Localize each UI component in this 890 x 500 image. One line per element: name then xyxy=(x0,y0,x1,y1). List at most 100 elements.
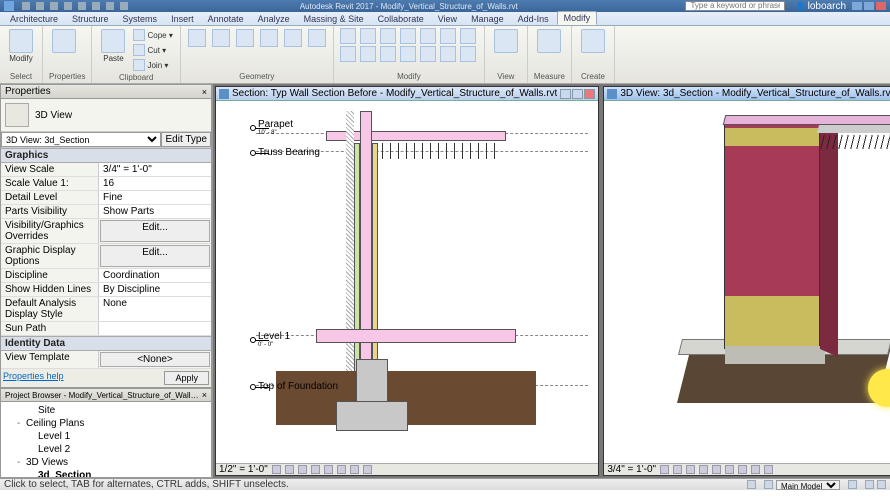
workset-dropdown[interactable]: Main Model xyxy=(776,480,840,490)
tab-massing-site[interactable]: Massing & Site xyxy=(298,13,370,25)
ribbon-button[interactable] xyxy=(49,28,79,55)
tab-analyze[interactable]: Analyze xyxy=(252,13,296,25)
sun-path-icon[interactable] xyxy=(686,465,695,474)
modify-tool-button[interactable] xyxy=(340,46,356,62)
view-close-button[interactable] xyxy=(584,89,595,99)
level-marker[interactable]: Level 10' - 0" xyxy=(250,331,290,348)
tree-node[interactable]: Site xyxy=(5,404,207,417)
ribbon-tool-button[interactable] xyxy=(307,28,327,48)
section-view-control-bar[interactable]: 1/2" = 1'-0" xyxy=(216,463,598,475)
property-row[interactable]: View Scale3/4" = 1'-0" xyxy=(1,163,211,177)
shadows-icon[interactable] xyxy=(311,465,320,474)
detail-level-icon[interactable] xyxy=(272,465,281,474)
property-value[interactable]: Show Parts xyxy=(99,205,211,218)
crop-region-icon[interactable] xyxy=(738,465,747,474)
property-value[interactable]: <None> xyxy=(100,352,210,367)
level-marker[interactable]: Truss Bearing xyxy=(250,147,320,158)
tab-architecture[interactable]: Architecture xyxy=(4,13,64,25)
tab-view[interactable]: View xyxy=(432,13,463,25)
tree-node[interactable]: Level 2 xyxy=(5,443,207,456)
properties-close-icon[interactable]: × xyxy=(202,87,207,97)
view-scale-label[interactable]: 1/2" = 1'-0" xyxy=(219,464,268,475)
ribbon-button[interactable] xyxy=(578,28,608,55)
property-row[interactable]: Parts VisibilityShow Parts xyxy=(1,205,211,219)
property-category[interactable]: Identity Data xyxy=(1,336,211,351)
modify-tool-button[interactable] xyxy=(360,46,376,62)
maximize-button[interactable] xyxy=(864,2,874,10)
property-row[interactable]: Scale Value 1:16 xyxy=(1,177,211,191)
property-value[interactable]: Edit... xyxy=(100,220,210,242)
property-row[interactable]: Sun Path xyxy=(1,322,211,336)
ribbon-tool-button[interactable] xyxy=(235,28,255,48)
ribbon-button[interactable] xyxy=(491,28,521,55)
ribbon-button[interactable]: Paste xyxy=(98,28,128,64)
ribbon-tool-button[interactable] xyxy=(259,28,279,48)
ribbon-button-cut[interactable]: Cut ▾ xyxy=(132,43,173,57)
modify-tool-button[interactable] xyxy=(420,46,436,62)
modify-tool-button[interactable] xyxy=(440,46,456,62)
visual-style-icon[interactable] xyxy=(673,465,682,474)
property-value[interactable]: 16 xyxy=(99,177,211,190)
3d-view-control-bar[interactable]: 3/4" = 1'-0" xyxy=(604,463,890,475)
modify-tool-button[interactable] xyxy=(380,46,396,62)
ribbon-tool-button[interactable] xyxy=(283,28,303,48)
property-value[interactable]: Fine xyxy=(99,191,211,204)
3d-view-header[interactable]: 3D View: 3d_Section - Modify_Vertical_St… xyxy=(604,87,890,101)
tree-node[interactable]: 3d_Section xyxy=(5,469,207,478)
rendering-icon[interactable] xyxy=(712,465,721,474)
modify-tool-button[interactable] xyxy=(360,28,376,44)
tree-node[interactable]: Level 1 xyxy=(5,430,207,443)
level-marker[interactable]: Top of Foundation xyxy=(250,381,338,392)
property-value[interactable]: 3/4" = 1'-0" xyxy=(99,163,211,176)
property-row[interactable]: Detail LevelFine xyxy=(1,191,211,205)
project-browser-tree[interactable]: Site-Ceiling PlansLevel 1Level 2-3D View… xyxy=(1,402,211,478)
crop-view-icon[interactable] xyxy=(725,465,734,474)
property-row[interactable]: Default Analysis Display StyleNone xyxy=(1,297,211,322)
crop-region-icon[interactable] xyxy=(337,465,346,474)
edit-type-button[interactable]: Edit Type xyxy=(161,132,211,147)
level-marker[interactable]: Parapet10' - 8" xyxy=(250,119,293,136)
property-value[interactable]: By Discipline xyxy=(99,283,211,296)
detail-level-icon[interactable] xyxy=(660,465,669,474)
tree-node[interactable]: -3D Views xyxy=(5,456,207,469)
design-options-icon[interactable] xyxy=(848,480,857,489)
ribbon-tool-button[interactable] xyxy=(211,28,231,48)
modify-tool-button[interactable] xyxy=(420,28,436,44)
view-selector-dropdown[interactable]: 3D View: 3d_Section xyxy=(1,132,161,147)
tab-structure[interactable]: Structure xyxy=(66,13,115,25)
view-minimize-button[interactable] xyxy=(560,89,571,99)
tree-node[interactable]: -Ceiling Plans xyxy=(5,417,207,430)
tab-add-ins[interactable]: Add-Ins xyxy=(512,13,555,25)
property-row[interactable]: Graphic Display OptionsEdit... xyxy=(1,244,211,269)
section-view-header[interactable]: Section: Typ Wall Section Before - Modif… xyxy=(216,87,598,101)
modify-tool-button[interactable] xyxy=(460,46,476,62)
modify-tool-button[interactable] xyxy=(400,28,416,44)
property-value[interactable]: Edit... xyxy=(100,245,210,267)
property-row[interactable]: DisciplineCoordination xyxy=(1,269,211,283)
tab-collaborate[interactable]: Collaborate xyxy=(372,13,430,25)
tab-systems[interactable]: Systems xyxy=(117,13,164,25)
property-category[interactable]: Graphics xyxy=(1,148,211,163)
crop-view-icon[interactable] xyxy=(324,465,333,474)
property-row[interactable]: View Template<None> xyxy=(1,351,211,369)
hide-isolate-icon[interactable] xyxy=(751,465,760,474)
reveal-hidden-icon[interactable] xyxy=(363,465,372,474)
modify-tool-button[interactable] xyxy=(460,28,476,44)
property-row[interactable]: Visibility/Graphics OverridesEdit... xyxy=(1,219,211,244)
tab-manage[interactable]: Manage xyxy=(465,13,510,25)
project-browser-close-icon[interactable]: × xyxy=(202,390,207,400)
project-browser-header[interactable]: Project Browser - Modify_Vertical_Struct… xyxy=(0,388,212,402)
modify-tool-button[interactable] xyxy=(380,28,396,44)
close-button[interactable] xyxy=(876,2,886,10)
section-view-canvas[interactable]: Parapet10' - 8" Truss Bearing Level 10' - … xyxy=(216,101,598,463)
user-label[interactable]: 👤 loboarch xyxy=(795,1,846,12)
workset-icon[interactable] xyxy=(747,480,756,489)
property-value[interactable] xyxy=(99,322,211,335)
visual-style-icon[interactable] xyxy=(285,465,294,474)
properties-header[interactable]: Properties × xyxy=(0,84,212,99)
property-value[interactable]: Coordination xyxy=(99,269,211,282)
editable-only-icon[interactable] xyxy=(764,480,773,489)
view-maximize-button[interactable] xyxy=(572,89,583,99)
view-scale-label[interactable]: 3/4" = 1'-0" xyxy=(607,464,656,475)
reveal-hidden-icon[interactable] xyxy=(764,465,773,474)
